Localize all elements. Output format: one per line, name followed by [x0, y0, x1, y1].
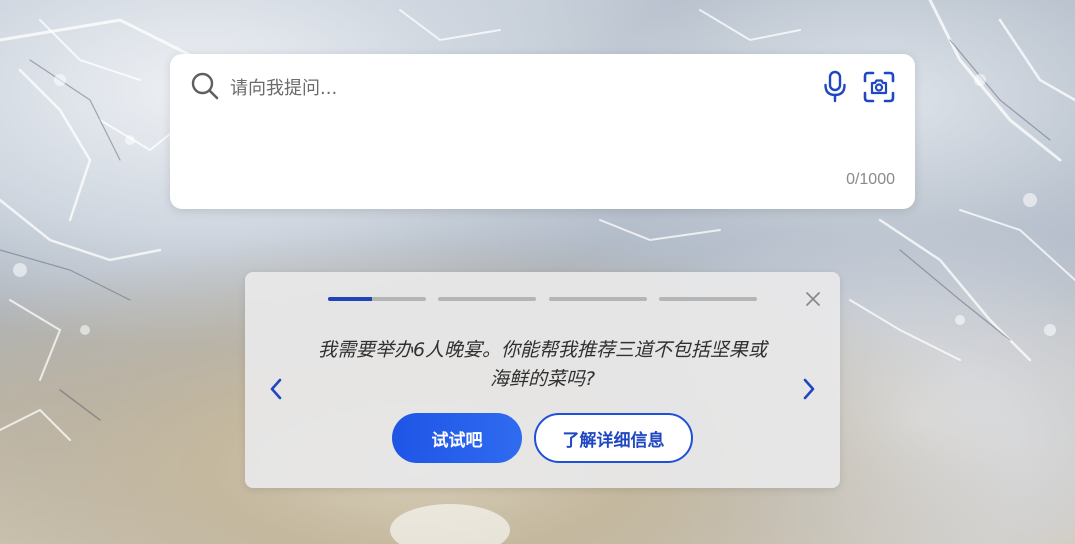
close-button[interactable] — [804, 290, 822, 308]
search-box[interactable]: 0/1000 — [170, 54, 915, 209]
camera-icon[interactable] — [862, 70, 896, 104]
progress-fill — [328, 297, 373, 301]
close-icon — [806, 292, 820, 306]
search-input[interactable] — [230, 71, 790, 105]
previous-suggestion-button[interactable] — [265, 374, 287, 404]
progress-indicator — [328, 297, 758, 301]
suggestion-prompt: 我需要举办6人晚宴。你能帮我推荐三道不包括坚果或海鲜的菜吗? — [317, 339, 768, 390]
progress-segment — [659, 297, 757, 301]
progress-segment — [438, 297, 536, 301]
char-counter: 0/1000 — [846, 171, 895, 188]
learn-more-button[interactable]: 了解详细信息 — [534, 413, 693, 463]
search-icon — [191, 72, 219, 100]
chevron-left-icon — [270, 378, 282, 400]
progress-segment — [328, 297, 426, 301]
try-button[interactable]: 试试吧 — [392, 413, 522, 463]
chevron-right-icon — [803, 378, 815, 400]
suggestion-card: 我需要举办6人晚宴。你能帮我推荐三道不包括坚果或海鲜的菜吗? 试试吧 了解详细信… — [245, 272, 840, 488]
microphone-icon[interactable] — [822, 70, 848, 104]
next-suggestion-button[interactable] — [798, 374, 820, 404]
progress-segment — [549, 297, 647, 301]
